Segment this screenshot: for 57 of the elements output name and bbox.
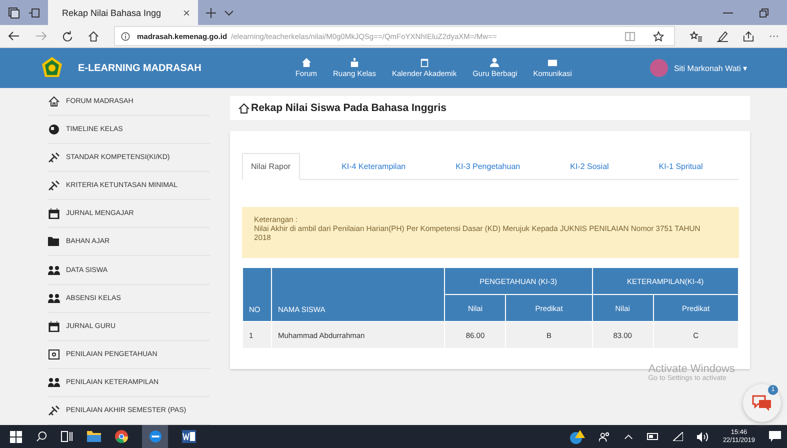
tools-icon	[48, 404, 60, 416]
tabs-aside-icon[interactable]	[28, 6, 40, 18]
activation-title: Activate Windows	[648, 363, 735, 375]
pen-icon[interactable]	[717, 30, 728, 42]
search-icon[interactable]	[36, 431, 47, 442]
task-view-icon[interactable]	[61, 431, 73, 442]
tab[interactable]: KI-4 Keterampilan	[318, 154, 432, 179]
avatar	[650, 59, 668, 77]
refresh-icon[interactable]	[62, 30, 73, 42]
tab[interactable]: KI-3 Pengetahuan	[432, 154, 546, 179]
tools-icon	[48, 180, 60, 192]
tab[interactable]: KI-1 Spritual	[634, 154, 729, 179]
calendar-icon	[420, 58, 429, 67]
tab[interactable]: Nilai Rapor	[242, 153, 300, 180]
browser-tab[interactable]: Rekap Nilai Bahasa Ingg ×	[48, 0, 198, 25]
page-title: Rekap Nilai Siswa Pada Bahasa Inggris	[251, 102, 446, 114]
people-icon[interactable]	[598, 432, 610, 442]
person-icon	[490, 58, 500, 67]
speaker-icon[interactable]	[696, 432, 709, 442]
calendar-icon	[48, 208, 60, 220]
brand-title: E-LEARNING MADRASAH	[78, 62, 202, 74]
home-icon[interactable]	[88, 30, 99, 42]
people-icon	[48, 376, 60, 388]
info-icon	[121, 32, 130, 40]
battery-icon[interactable]	[646, 433, 659, 440]
calendar-icon	[48, 320, 60, 332]
chevron-up-icon[interactable]	[624, 434, 633, 440]
tab-actions-icon[interactable]	[8, 6, 20, 18]
people-icon	[48, 292, 60, 304]
chrome-icon[interactable]	[115, 430, 128, 443]
folder-icon	[48, 236, 60, 248]
speech-bubbles-icon	[751, 394, 773, 412]
folder-icon[interactable]	[87, 431, 101, 442]
building-icon	[350, 58, 359, 67]
favorites-icon[interactable]	[690, 30, 702, 42]
windows-start-icon[interactable]	[10, 430, 22, 442]
star-icon[interactable]	[653, 30, 664, 42]
more-icon[interactable]: ···	[769, 30, 779, 42]
people-icon	[48, 264, 60, 276]
house-icon	[302, 58, 311, 67]
word-icon[interactable]	[182, 430, 196, 443]
notifications-icon[interactable]	[769, 431, 781, 442]
globe-warning-icon[interactable]	[568, 430, 585, 444]
close-icon[interactable]: ×	[182, 6, 190, 20]
envelope-icon	[548, 58, 558, 67]
share-icon[interactable]	[743, 30, 754, 42]
restore-icon[interactable]	[759, 8, 769, 18]
minimize-icon[interactable]	[723, 12, 733, 14]
back-arrow-icon[interactable]	[8, 31, 20, 41]
house-icon	[238, 102, 250, 114]
emblem-logo-icon	[40, 56, 64, 80]
house-icon	[48, 96, 60, 108]
user-menu[interactable]: Siti Markonah Wati ▾	[674, 64, 747, 72]
new-tab-icon[interactable]	[206, 8, 216, 18]
chevron-down-icon[interactable]	[224, 10, 234, 16]
tools-icon	[48, 152, 60, 164]
tab[interactable]: KI-2 Sosial	[546, 154, 635, 179]
